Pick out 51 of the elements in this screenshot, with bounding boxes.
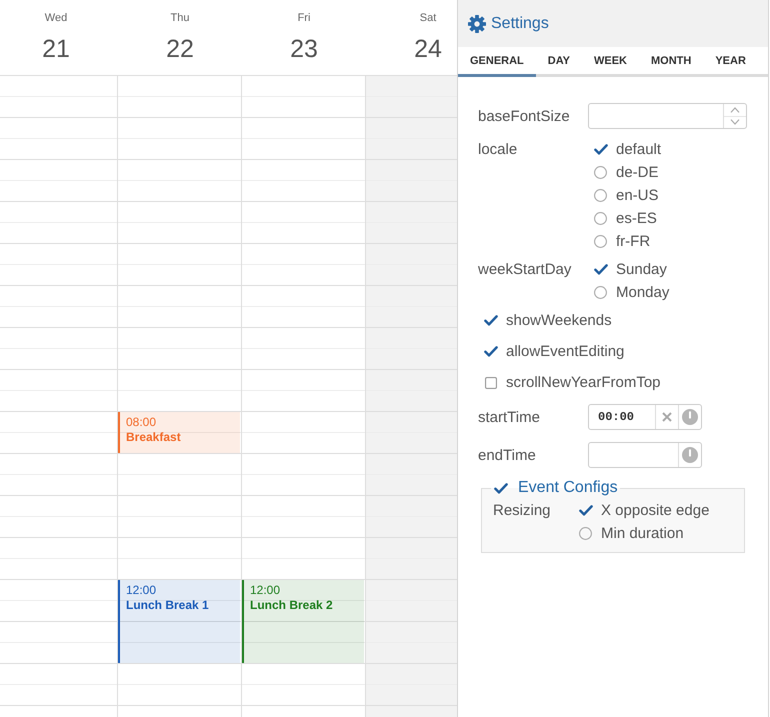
field-label: Resizing	[493, 501, 552, 521]
panel-title: Settings	[491, 14, 549, 34]
settings-icon	[468, 14, 486, 32]
field-label: startTime	[478, 408, 541, 428]
event-block[interactable]: 12:00 Lunch Break 1	[118, 580, 240, 663]
radio-option[interactable]: en-US	[593, 184, 659, 207]
checkbox-option[interactable]: scrollNewYearFromTop	[483, 371, 660, 394]
field-label: endTime	[478, 446, 537, 466]
chevron-up-icon	[730, 106, 740, 113]
radio-option[interactable]: Monday	[593, 281, 670, 304]
radio-option[interactable]: Min duration	[578, 522, 684, 545]
weekday-label: Fri	[298, 12, 310, 25]
day-number: 23	[290, 35, 318, 63]
event-time: 12:00	[126, 583, 156, 598]
radio-option[interactable]: Sunday	[593, 258, 667, 281]
radio-option[interactable]: de-DE	[593, 161, 659, 184]
day-number: 22	[166, 35, 194, 63]
clock-icon	[682, 447, 698, 463]
number-field[interactable]	[588, 103, 747, 129]
tab[interactable]: MONTH	[639, 47, 704, 77]
checkbox-option[interactable]: allowEventEditing	[483, 340, 624, 363]
event-time: 08:00	[126, 415, 156, 430]
field-label: baseFontSize	[478, 106, 571, 126]
time-picker-button[interactable]	[678, 405, 701, 429]
tab[interactable]: DAY	[536, 47, 582, 77]
time-input[interactable]: 00:00	[589, 405, 655, 429]
section-checkbox[interactable]: Event Configs	[491, 477, 620, 499]
day-number: 21	[42, 35, 70, 63]
field-label: weekStartDay	[478, 260, 572, 280]
event-block[interactable]: 12:00 Lunch Break 2	[242, 580, 364, 663]
tab[interactable]: WEEK	[582, 47, 639, 77]
chevron-down-icon	[730, 119, 740, 126]
event-title: Lunch Break 1	[126, 598, 209, 613]
weekday-label: Wed	[44, 12, 68, 25]
weekday-label: Thu	[170, 12, 190, 25]
weekday-label: Sat	[420, 12, 436, 25]
tab[interactable]: YEAR	[703, 47, 758, 77]
close-icon	[662, 412, 672, 422]
day-number: 24	[414, 35, 442, 63]
event-title: Lunch Break 2	[250, 598, 333, 613]
clock-icon	[682, 409, 698, 425]
event-title: Breakfast	[126, 430, 181, 445]
checkbox-option[interactable]: showWeekends	[483, 309, 612, 332]
tab[interactable]: GENERAL	[458, 47, 536, 77]
radio-option[interactable]: default	[593, 138, 662, 161]
radio-option[interactable]: X opposite edge	[578, 499, 710, 522]
time-picker-button[interactable]	[678, 443, 701, 467]
radio-option[interactable]: es-ES	[593, 207, 657, 230]
event-time: 12:00	[250, 583, 280, 598]
radio-option[interactable]: fr-FR	[593, 230, 650, 253]
field-label: locale	[478, 140, 518, 160]
